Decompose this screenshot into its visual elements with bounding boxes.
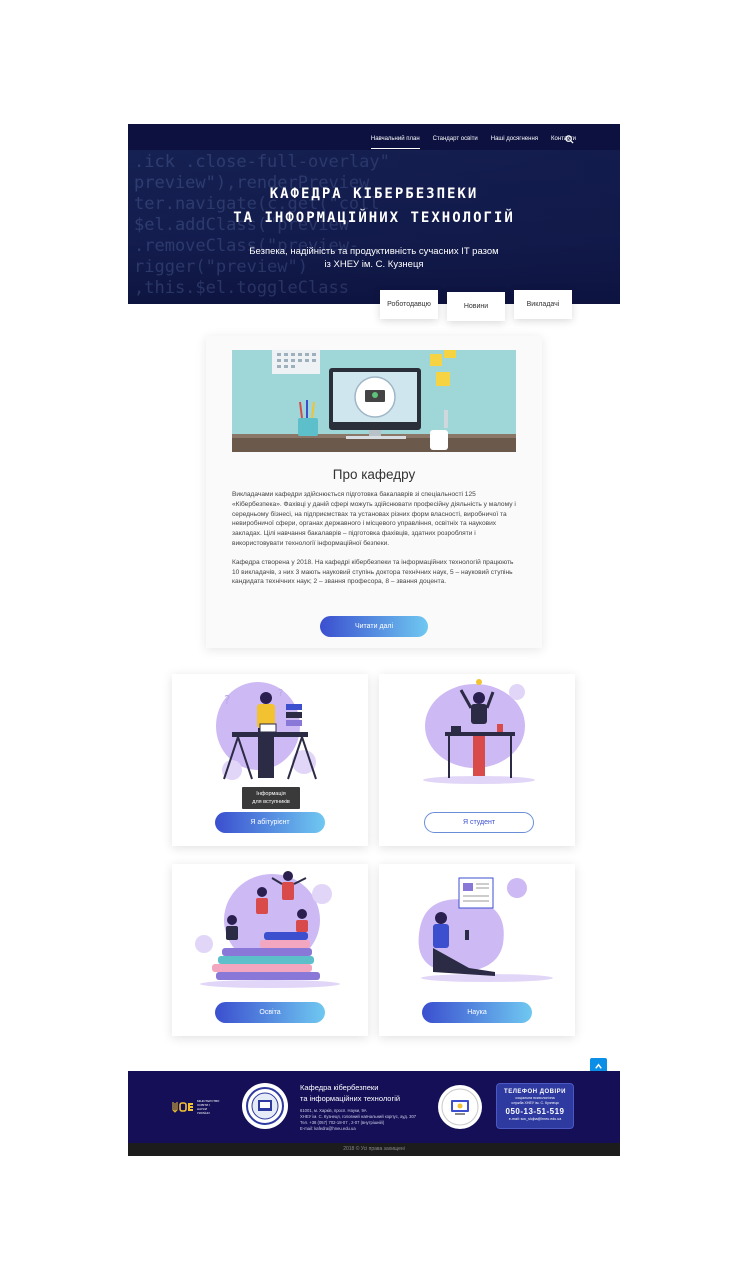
ministry-logo-text: МІНІСТЕРСТВО ОСВІТИ І НАУКИ УКРАЇНИ: [197, 1099, 220, 1115]
hero-subtitle-line2: із ХНЕУ ім. С. Кузнеця: [324, 259, 424, 270]
trust-phone-email: e-mail: soc_slujba@hneu.edu.ua: [508, 1117, 562, 1121]
read-more-button[interactable]: Читати далі: [320, 616, 428, 637]
hero-subtitle: Безпека, надійність та продуктивність су…: [128, 245, 620, 271]
nav-item-achievements[interactable]: Наші досягнення: [491, 136, 538, 149]
student-illustration: [423, 679, 535, 784]
about-text: Викладачами кафедри здійснюється підгото…: [232, 490, 520, 596]
hero-title: КАФЕДРА КІБЕРБЕЗПЕКИ ТА ІНФОРМАЦІЙНИХ ТЕ…: [128, 182, 620, 230]
science-button[interactable]: Наука: [422, 1002, 532, 1023]
applicant-tooltip: Інформація для вступників: [242, 787, 300, 809]
footer-title-line2: та інформаційних технологій: [300, 1094, 401, 1103]
university-seal-icon: [246, 1087, 284, 1125]
nav-item-curriculum[interactable]: Навчальний план: [370, 136, 420, 149]
trust-phone-sub2: служба ХНЕУ ім. С. Кузнеця: [511, 1101, 559, 1105]
hero-title-line1: КАФЕДРА КІБЕРБЕЗПЕКИ: [269, 186, 479, 202]
applicant-illustration: ? ?: [216, 682, 317, 780]
about-title: Про кафедру: [332, 467, 416, 482]
tab-teachers[interactable]: Викладачі: [514, 290, 572, 319]
card-applicant: ? ? Інформація для вступників Я абітуріє…: [172, 674, 368, 846]
trust-phone-number: 050-13-51-519: [505, 1107, 565, 1116]
footer-title: Кафедра кібербезпеки та інформаційних те…: [300, 1082, 400, 1104]
about-paragraph-1: Викладачами кафедри здійснюється підгото…: [232, 491, 516, 547]
hero-title-line2: ТА ІНФОРМАЦІЙНИХ ТЕХНОЛОГІЙ: [233, 210, 515, 226]
copyright: 2018 © Усі права захищені: [128, 1143, 620, 1156]
trident-logo-icon: [172, 1102, 193, 1113]
main-nav: Навчальний план Стандарт освіти Наші дос…: [370, 136, 576, 149]
university-seal-logo: [242, 1083, 288, 1129]
applicant-button[interactable]: Я абітурієнт: [215, 812, 325, 833]
education-button[interactable]: Освіта: [215, 1002, 325, 1023]
about-illustration: [232, 350, 516, 452]
science-illustration: [418, 877, 553, 982]
card-education: Освіта: [172, 864, 368, 1036]
tab-employer[interactable]: Роботодавцю: [380, 290, 438, 319]
about-paragraph-2: Кафедра створена у 2018. На кафедрі кібе…: [232, 558, 514, 586]
card-science: Наука: [379, 864, 575, 1036]
hero-subtitle-line1: Безпека, надійність та продуктивність су…: [249, 246, 499, 257]
svg-text:?: ?: [224, 693, 230, 707]
footer-title-line1: Кафедра кібербезпеки: [300, 1083, 379, 1092]
workspace-illustration: [232, 350, 516, 452]
trust-phone-title: ТЕЛЕФОН ДОВІРИ: [504, 1089, 566, 1095]
svg-text:?: ?: [278, 688, 283, 699]
ministry-logo: МІНІСТЕРСТВО ОСВІТИ І НАУКИ УКРАЇНИ: [172, 1099, 219, 1115]
quick-links: Роботодавцю Новини Викладачі: [380, 290, 572, 321]
footer-email-line[interactable]: E-mail: kafedra@hneu.edu.ua: [300, 1126, 416, 1132]
nav-item-standard[interactable]: Стандарт освіти: [433, 136, 478, 149]
trust-phone-subtitle: соціальна психологічна служба ХНЕУ ім. С…: [497, 1096, 573, 1106]
card-student: Я студент: [379, 674, 575, 846]
department-emblem-icon: [441, 1088, 479, 1126]
tooltip-line2: для вступників: [252, 799, 290, 805]
search-icon[interactable]: [565, 135, 574, 144]
tooltip-line1: Інформація: [256, 791, 286, 797]
chevron-up-icon: [595, 1063, 602, 1069]
about-card: Про кафедру Викладачами кафедри здійснює…: [206, 336, 542, 648]
tab-news[interactable]: Новини: [447, 292, 505, 321]
student-button[interactable]: Я студент: [424, 812, 534, 833]
hero-banner: .ick .close-full-overlay" preview"),rend…: [128, 124, 620, 304]
footer: МІНІСТЕРСТВО ОСВІТИ І НАУКИ УКРАЇНИ Кафе…: [128, 1071, 620, 1143]
trust-phone-banner[interactable]: ТЕЛЕФОН ДОВІРИ соціальна психологічна сл…: [496, 1083, 574, 1129]
footer-address: 61001, м. Харків, просп. Науки, 9А ХНЕУ …: [300, 1108, 416, 1132]
department-logo: [438, 1085, 482, 1129]
education-illustration: [195, 871, 340, 988]
